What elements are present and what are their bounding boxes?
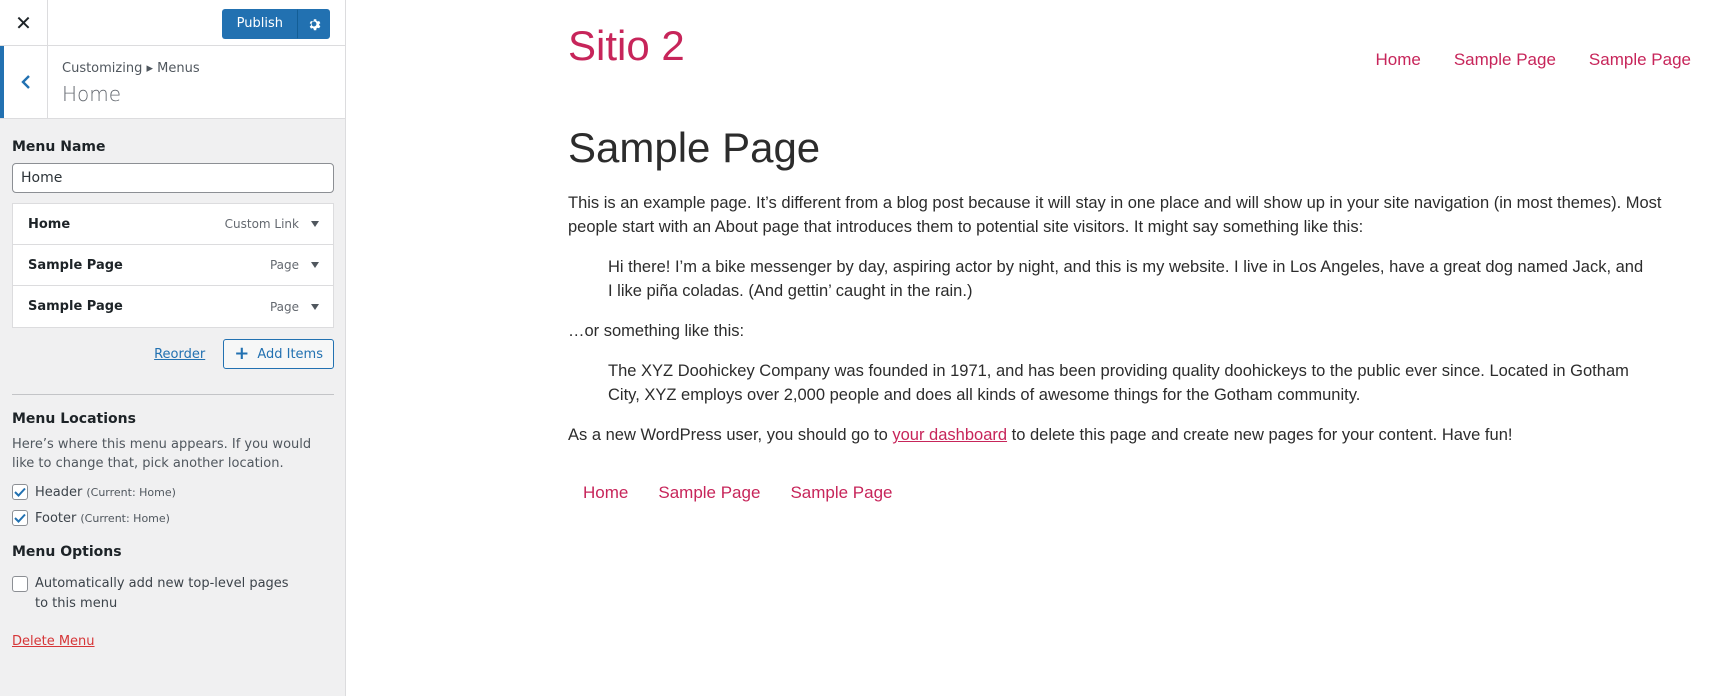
breadcrumb-separator: ▸ [146,61,154,76]
menu-item-title: Sample Page [28,299,123,314]
publish-group: Publish [221,9,330,39]
auto-add-option[interactable]: Automatically add new top-level pages to… [12,574,333,614]
header-location-label: Header [35,484,83,500]
publish-button[interactable]: Publish [221,9,298,39]
add-items-label: Add Items [257,346,323,362]
menu-item-title: Home [28,216,71,232]
site-preview: Sitio 2 Home Sample Page Sample Page Sam… [347,0,1724,696]
breadcrumb-root: Customizing [62,61,143,76]
back-chevron-icon[interactable] [0,46,48,118]
footer-nav-sample-page[interactable]: Sample Page [790,483,892,503]
paragraph-text: to delete this page and create new pages… [1007,426,1513,444]
header-navigation: Home Sample Page Sample Page [1375,50,1691,70]
menu-item-type: Custom Link [224,217,299,231]
content-paragraph: This is an example page. It’s different … [568,194,1662,236]
close-icon[interactable]: ✕ [0,0,48,46]
footer-nav-home[interactable]: Home [583,483,628,503]
section-title: Home [62,82,122,106]
location-footer-option[interactable]: Footer (Current: Home) [12,510,333,526]
header-nav-sample-page[interactable]: Sample Page [1454,50,1556,70]
header-location-checkbox[interactable] [12,484,28,500]
menu-items-list: Home Custom Link Sample Page Page Sample… [12,203,334,328]
content-quote: Hi there! I’m a bike messenger by day, a… [608,258,1644,300]
menu-item-actions: Reorder + Add Items [12,339,334,369]
footer-location-label: Footer [35,510,77,526]
footer-nav-sample-page[interactable]: Sample Page [658,483,760,503]
menu-item[interactable]: Home Custom Link [13,204,333,245]
reorder-link[interactable]: Reorder [154,347,205,362]
auto-add-checkbox[interactable] [12,576,28,592]
dashboard-link[interactable]: your dashboard [892,426,1007,444]
content-paragraph: …or something like this: [568,322,745,340]
breadcrumb: Customizing ▸ Menus [62,61,200,76]
footer-location-current: (Current: Home) [80,511,170,525]
header-nav-home[interactable]: Home [1375,50,1420,70]
footer-location-checkbox[interactable] [12,510,28,526]
menu-locations-help: Here’s where this menu appears. If you w… [12,437,312,471]
delete-menu-link[interactable]: Delete Menu [12,634,95,649]
header-nav-sample-page[interactable]: Sample Page [1589,50,1691,70]
menu-item[interactable]: Sample Page Page [13,286,333,327]
menu-options-title: Menu Options [12,544,122,560]
auto-add-label: Automatically add new top-level pages to… [35,576,289,611]
expand-arrow-icon[interactable] [311,303,319,310]
menu-locations-title: Menu Locations [12,411,136,427]
page-content: This is an example page. It’s different … [568,191,1688,463]
expand-arrow-icon[interactable] [311,262,319,268]
location-header-option[interactable]: Header (Current: Home) [12,484,333,500]
menu-name-input[interactable] [12,163,334,193]
plus-icon: + [234,343,250,364]
menu-item-type: Page [269,299,299,314]
menu-panel: Menu Name Home Custom Link Sample Page P… [0,139,345,649]
customizer-header: ✕ Publish [0,0,345,46]
site-title[interactable]: Sitio 2 [568,22,685,70]
footer-navigation: Home Sample Page Sample Page [583,483,893,503]
header-location-current: (Current: Home) [86,485,176,499]
publish-settings-gear-icon[interactable] [298,9,330,39]
expand-arrow-icon[interactable] [311,221,319,227]
menu-item-type: Page [269,258,299,272]
menu-item-title: Sample Page [28,257,123,273]
menu-item[interactable]: Sample Page Page [13,245,333,286]
content-quote: The XYZ Doohickey Company was founded in… [608,362,1629,404]
menu-name-label: Menu Name [12,139,106,155]
customizer-sidebar: ✕ Publish Customizing ▸ Menus Home Menu … [0,0,346,696]
page-title: Sample Page [568,124,821,171]
divider [12,394,334,395]
content-paragraph: As a new WordPress user, you should go t… [568,423,1688,447]
add-items-button[interactable]: + Add Items [223,339,334,369]
section-header: Customizing ▸ Menus Home [0,46,345,119]
breadcrumb-current: Menus [157,61,200,76]
paragraph-text: As a new WordPress user, you should go t… [568,426,893,444]
